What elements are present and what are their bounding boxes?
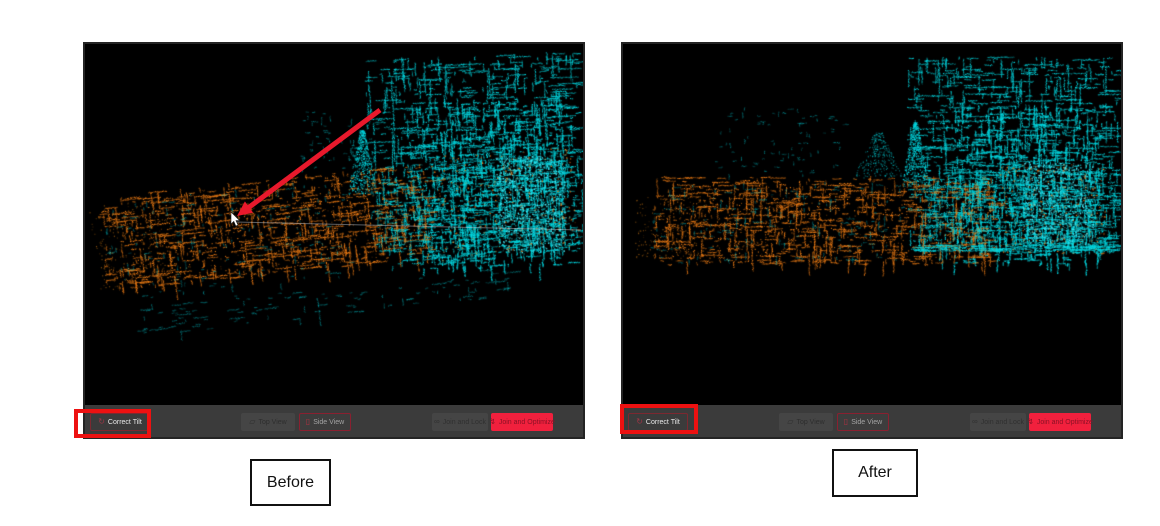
join-and-lock-icon: ∞ [434,418,440,426]
after-label: After [832,449,918,497]
before-toolbar: ↻ Correct Tilt ▱ Top View ▯ Side View ∞ … [85,405,583,437]
side-view-icon: ▯ [844,418,848,426]
join-and-lock-button[interactable]: ∞ Join and Lock [432,413,488,431]
top-view-label: Top View [258,419,286,426]
join-and-optimize-label: Join and Optimize [499,419,555,426]
join-and-optimize-icon: ↯ [1027,418,1034,426]
top-view-label: Top View [796,419,824,426]
join-and-optimize-icon: ↯ [489,418,496,426]
before-viewport[interactable] [85,44,583,405]
side-view-label: Side View [313,419,344,426]
side-view-button[interactable]: ▯ Side View [837,413,889,431]
comparison-page: ↻ Correct Tilt ▱ Top View ▯ Side View ∞ … [0,0,1160,526]
correct-tilt-highlight-before [74,409,151,438]
join-and-lock-icon: ∞ [972,418,978,426]
join-and-lock-label: Join and Lock [443,419,486,426]
join-and-lock-label: Join and Lock [981,419,1024,426]
point-cloud-before[interactable] [85,44,583,405]
join-and-optimize-button[interactable]: ↯ Join and Optimize [1029,413,1091,431]
side-view-button[interactable]: ▯ Side View [299,413,351,431]
join-and-lock-button[interactable]: ∞ Join and Lock [970,413,1026,431]
point-cloud-after[interactable] [623,44,1121,405]
correct-tilt-highlight-after [620,404,698,434]
join-and-optimize-button[interactable]: ↯ Join and Optimize [491,413,553,431]
top-view-button[interactable]: ▱ Top View [779,413,833,431]
join-and-optimize-label: Join and Optimize [1037,419,1093,426]
before-label: Before [250,459,331,506]
after-panel: ↻ Correct Tilt ▱ Top View ▯ Side View ∞ … [621,42,1123,439]
top-view-icon: ▱ [787,418,793,426]
top-view-icon: ▱ [249,418,255,426]
side-view-label: Side View [851,419,882,426]
before-panel: ↻ Correct Tilt ▱ Top View ▯ Side View ∞ … [83,42,585,439]
top-view-button[interactable]: ▱ Top View [241,413,295,431]
side-view-icon: ▯ [306,418,310,426]
after-viewport[interactable] [623,44,1121,405]
